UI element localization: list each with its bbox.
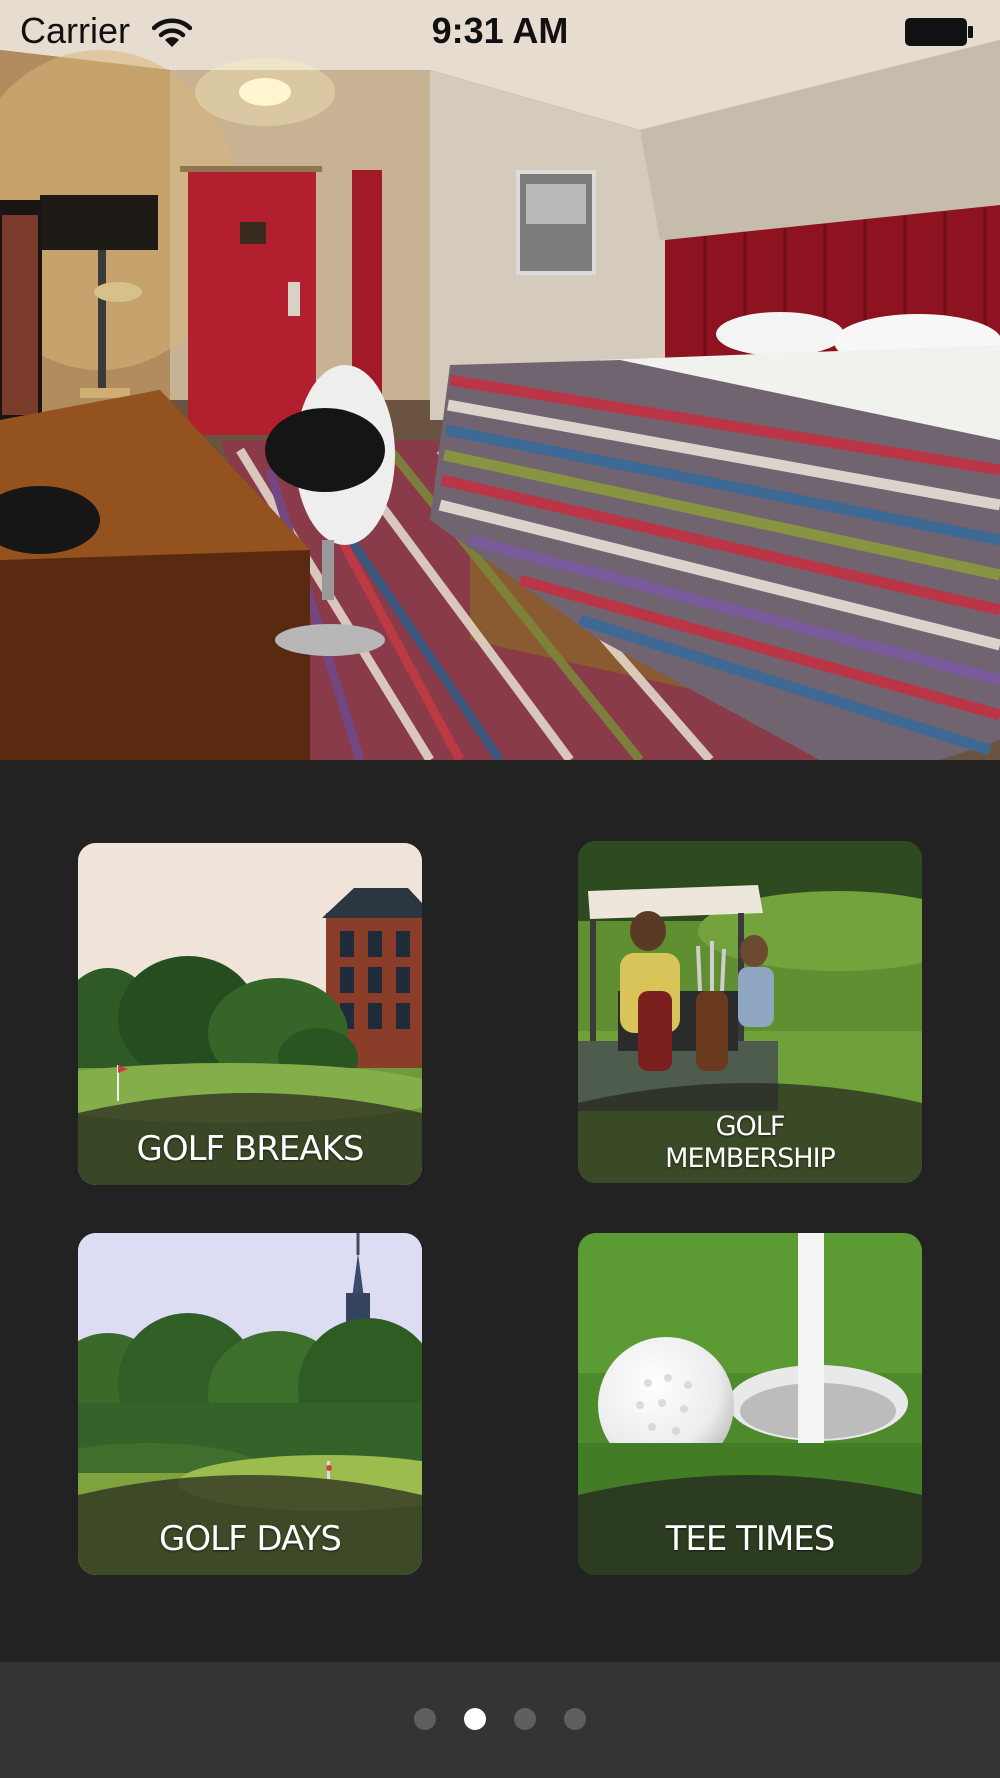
status-time: 9:31 AM: [431, 10, 569, 51]
page-dot-2[interactable]: [464, 1708, 486, 1730]
golf-days-tile[interactable]: GOLF DAYS: [78, 1233, 422, 1575]
golf-days-label: GOLF DAYS: [159, 1519, 342, 1559]
golf-membership-tile[interactable]: GOLF MEMBERSHIP: [578, 841, 922, 1183]
tee-times-tile[interactable]: TEE TIMES: [578, 1233, 922, 1575]
hero-hotel-room-image: [0, 0, 1000, 760]
status-bar: Carrier 9:31 AM: [0, 0, 1000, 64]
page-control[interactable]: [0, 1708, 1000, 1730]
golf-breaks-label: GOLF BREAKS: [136, 1129, 365, 1169]
page-dot-3[interactable]: [514, 1708, 536, 1730]
tee-times-label: TEE TIMES: [665, 1519, 836, 1559]
golf-membership-label: GOLF MEMBERSHIP: [665, 1111, 836, 1174]
page-control-bar: [0, 1662, 1000, 1778]
golf-breaks-tile[interactable]: GOLF BREAKS: [78, 843, 422, 1185]
page-dot-1[interactable]: [414, 1708, 436, 1730]
battery-icon: [905, 18, 973, 46]
page-dot-4[interactable]: [564, 1708, 586, 1730]
